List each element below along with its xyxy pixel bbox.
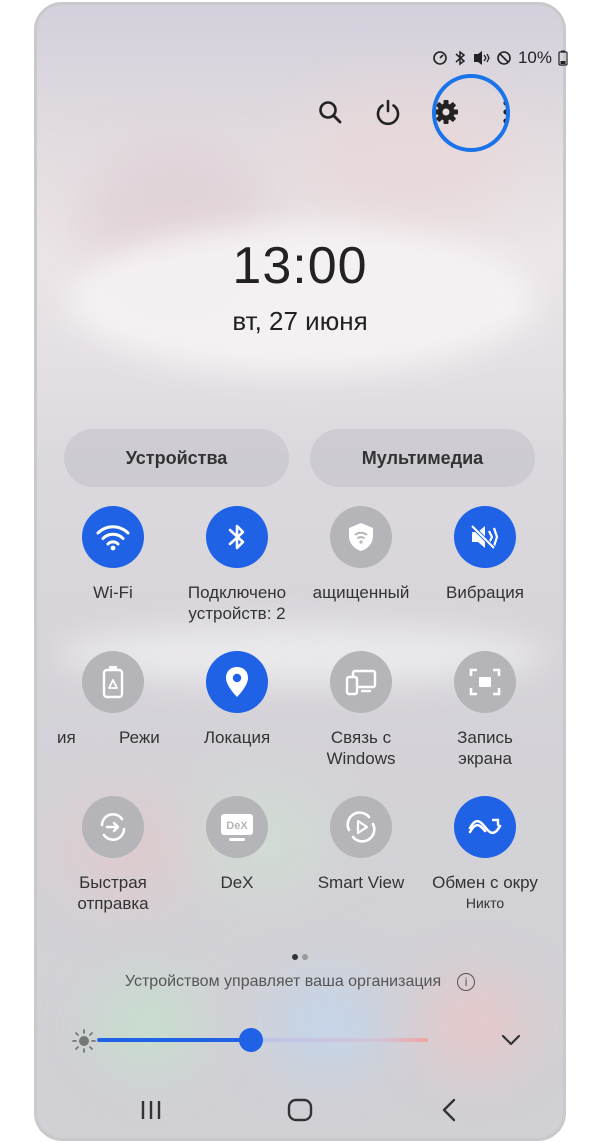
- recents-button[interactable]: [129, 1090, 173, 1130]
- tab-devices[interactable]: Устройства: [64, 429, 289, 487]
- clock-date: вт, 27 июня: [232, 306, 368, 336]
- org-notice-text: Устройством управляет ваша организация: [124, 973, 442, 991]
- power-button[interactable]: [366, 90, 410, 134]
- highlight-ring: [432, 74, 510, 152]
- location-pin-icon: [226, 667, 248, 697]
- tile-wifi[interactable]: Wi-Fi: [51, 506, 175, 603]
- tile-label: ащищенный: [312, 583, 410, 602]
- vibrate-icon: [470, 524, 499, 550]
- bluetooth-toggle[interactable]: [206, 506, 268, 568]
- tile-smart-view[interactable]: Smart View: [299, 796, 423, 893]
- brightness-slider-thumb[interactable]: [239, 1028, 263, 1052]
- quick-panel-toolbar: [0, 90, 600, 134]
- nearby-share-toggle[interactable]: [454, 796, 516, 858]
- background-blur: [427, 985, 527, 1065]
- screen-record-icon: [469, 668, 501, 696]
- tile-link-to-windows[interactable]: Связь с Windows: [299, 651, 423, 769]
- secure-folder-toggle[interactable]: [330, 506, 392, 568]
- dex-icon: DeX: [221, 814, 253, 841]
- bluetooth-status-icon: [455, 50, 466, 66]
- search-icon: [319, 101, 342, 124]
- tile-nearby-share[interactable]: Обмен с окру Никто: [423, 796, 547, 911]
- tile-label: Связь с Windows: [326, 728, 396, 768]
- back-icon: [442, 1098, 456, 1122]
- background-blur: [277, 985, 377, 1065]
- background-blur: [97, 985, 197, 1065]
- tile-quick-share[interactable]: Быстрая отправка: [51, 796, 175, 914]
- svg-text:DeX: DeX: [226, 820, 248, 832]
- page-indicator: [0, 947, 600, 965]
- tile-label: Локация: [203, 728, 271, 747]
- power-icon: [376, 99, 400, 126]
- brightness-icon: [72, 1029, 96, 1053]
- vibrate-status-icon: [473, 51, 490, 65]
- nearby-share-icon: [468, 818, 502, 835]
- info-icon[interactable]: i: [457, 973, 476, 991]
- status-bar: 10%: [432, 48, 568, 68]
- tile-power-saving[interactable]: ия Режи: [51, 651, 175, 748]
- tile-label: DeX: [220, 873, 254, 892]
- smart-view-toggle[interactable]: [330, 796, 392, 858]
- tile-label: Wi-Fi: [93, 583, 133, 602]
- shield-icon: [349, 523, 373, 551]
- location-toggle[interactable]: [206, 651, 268, 713]
- org-notice[interactable]: Устройством управляет ваша организация i: [0, 973, 600, 991]
- back-button[interactable]: [427, 1090, 471, 1130]
- wifi-toggle[interactable]: [82, 506, 144, 568]
- quick-share-toggle[interactable]: [82, 796, 144, 858]
- tile-sublabel: Никто: [465, 895, 505, 911]
- wifi-icon: [96, 525, 130, 551]
- tile-screen-recorder[interactable]: Запись экрана: [423, 651, 547, 769]
- link-to-windows-icon: [345, 669, 377, 696]
- page-dot: [302, 954, 308, 960]
- smart-view-icon: [346, 811, 376, 843]
- do-not-disturb-icon: [497, 51, 511, 65]
- tile-label: Запись экрана: [457, 728, 513, 768]
- clock-time: 13:00: [232, 237, 368, 295]
- quick-share-icon: [100, 813, 126, 841]
- vibration-toggle[interactable]: [454, 506, 516, 568]
- screen-recorder-toggle[interactable]: [454, 651, 516, 713]
- battery-percent: 10%: [517, 48, 552, 67]
- chevron-down-icon[interactable]: [500, 1032, 522, 1048]
- tab-media[interactable]: Мультимедиа: [310, 429, 535, 487]
- tile-vibration[interactable]: Вибрация: [423, 506, 547, 603]
- power-saving-toggle[interactable]: [82, 651, 144, 713]
- page-dot-active: [292, 954, 298, 960]
- bluetooth-icon: [228, 524, 245, 550]
- link-to-windows-toggle[interactable]: [330, 651, 392, 713]
- battery-saver-icon: [102, 666, 124, 699]
- tile-label: Обмен с окру: [432, 873, 538, 892]
- recents-icon: [141, 1101, 161, 1119]
- tile-secure-folder[interactable]: ащищенный: [299, 506, 423, 603]
- tile-label: Smart View: [317, 873, 405, 892]
- data-saver-icon: [433, 51, 447, 65]
- tile-label: ия Режи: [57, 728, 160, 747]
- dex-toggle[interactable]: DeX: [206, 796, 268, 858]
- tile-dex[interactable]: DeX DeX: [175, 796, 299, 893]
- tile-location[interactable]: Локация: [175, 651, 299, 748]
- home-icon: [287, 1098, 313, 1122]
- tile-bluetooth[interactable]: Подключено устройств: 2: [175, 506, 299, 624]
- tile-label: Вибрация: [446, 583, 524, 602]
- home-button[interactable]: [278, 1090, 322, 1130]
- battery-icon: [558, 50, 568, 66]
- tile-label: Подключено устройств: 2: [187, 583, 287, 623]
- tile-label: Быстрая отправка: [77, 873, 149, 913]
- search-button[interactable]: [308, 90, 352, 134]
